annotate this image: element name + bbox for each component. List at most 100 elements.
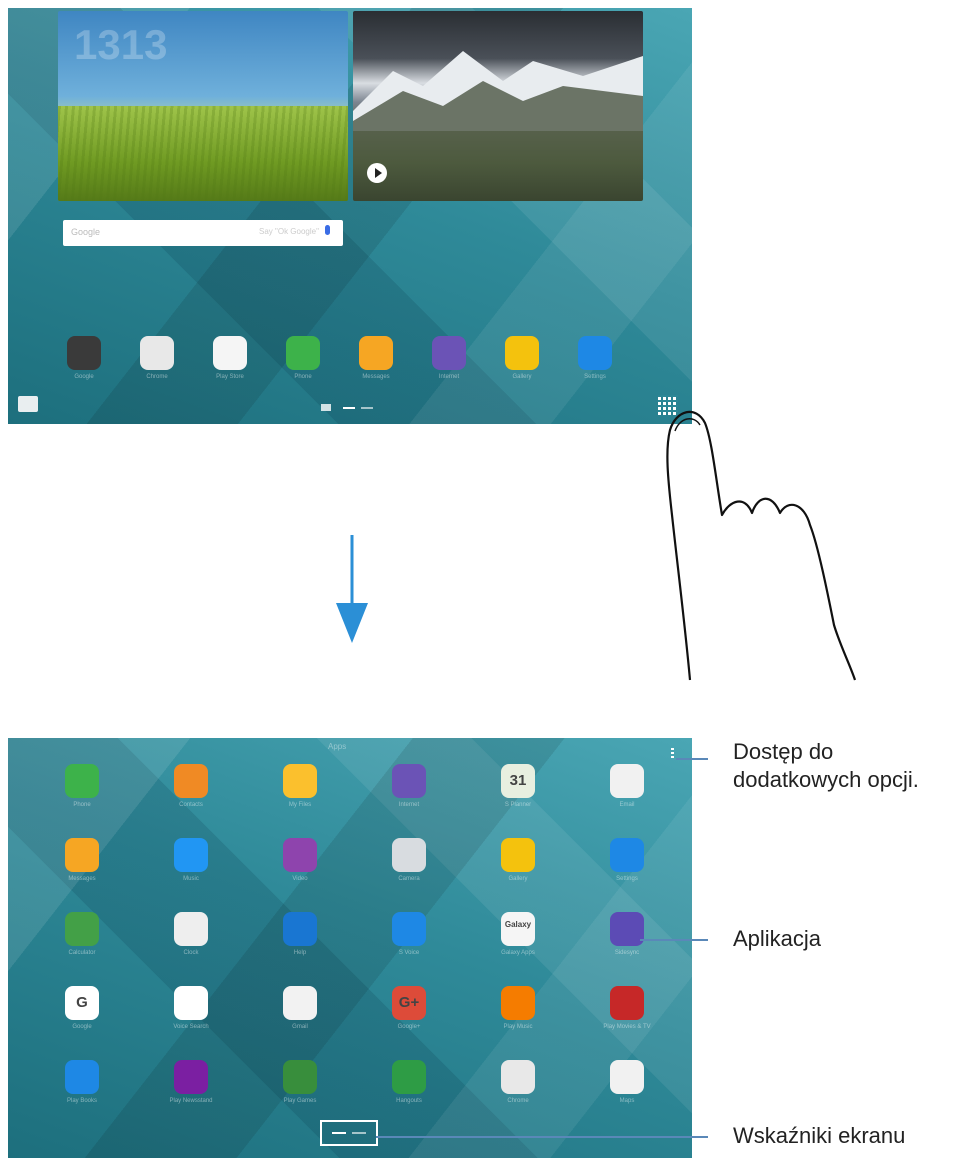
messages-icon	[65, 838, 99, 872]
app-icon[interactable]: Hangouts	[374, 1060, 444, 1104]
app-label: Internet	[438, 374, 460, 380]
play-games-icon	[283, 1060, 317, 1094]
play-icon[interactable]	[367, 163, 387, 183]
app-label: S Voice	[398, 950, 420, 956]
app-icon[interactable]: Music	[156, 838, 226, 882]
mic-icon[interactable]	[325, 225, 330, 235]
app-icon[interactable]: Play Games	[265, 1060, 335, 1104]
app-label: Messages	[68, 876, 96, 882]
app-label: Play Newsstand	[169, 1098, 213, 1104]
callout-line-indicators	[376, 1136, 708, 1138]
search-hint: Say "Ok Google"	[259, 227, 319, 236]
dock-app[interactable]: Internet	[421, 336, 477, 380]
app-label: Play Books	[66, 1098, 97, 1104]
arrow-down-icon	[336, 535, 368, 643]
settings-icon	[578, 336, 612, 370]
page-dot-active	[332, 1132, 346, 1134]
app-icon[interactable]: Play Movies & TV	[592, 986, 662, 1030]
dock-app[interactable]: Play Store	[202, 336, 258, 380]
grass-image	[58, 106, 348, 201]
app-label: Chrome	[507, 1098, 529, 1104]
more-options-icon[interactable]	[671, 748, 674, 760]
home-screen-indicator[interactable]	[321, 402, 381, 412]
app-icon[interactable]: Phone	[47, 764, 117, 808]
play-movies-icon	[610, 986, 644, 1020]
app-icon[interactable]: Email	[592, 764, 662, 808]
app-icon[interactable]: Play Music	[483, 986, 553, 1030]
app-label: Google+	[397, 1024, 421, 1030]
icon-glyph-text: Galaxy	[504, 920, 532, 929]
app-label: Calculator	[68, 950, 96, 956]
app-icon[interactable]: Video	[265, 838, 335, 882]
callout-more-options: Dostęp do dodatkowych opcji.	[733, 739, 919, 792]
maps-icon	[610, 1060, 644, 1094]
app-icon[interactable]: Calculator	[47, 912, 117, 956]
app-icon[interactable]: Settings	[592, 838, 662, 882]
callout-line-options	[676, 758, 708, 760]
callout-screen-indicators: Wskaźniki ekranu	[733, 1123, 906, 1148]
app-icon[interactable]: My Files	[265, 764, 335, 808]
dock-app[interactable]: Chrome	[129, 336, 185, 380]
app-icon[interactable]: Gallery	[483, 838, 553, 882]
my-files-icon	[283, 764, 317, 798]
icon-glyph-text: 31	[509, 772, 527, 789]
dock-app[interactable]: Settings	[567, 336, 623, 380]
app-label: Google	[72, 1024, 92, 1030]
app-icon[interactable]: S Voice	[374, 912, 444, 956]
app-label: Play Store	[216, 374, 244, 380]
app-icon[interactable]: Play Newsstand	[156, 1060, 226, 1104]
google-search-bar[interactable]: Google Say "Ok Google"	[63, 220, 343, 246]
app-label: Gallery	[508, 876, 528, 882]
app-icon[interactable]: Voice Search	[156, 986, 226, 1030]
app-icon[interactable]: Internet	[374, 764, 444, 808]
play-music-icon	[501, 986, 535, 1020]
app-label: Hangouts	[396, 1098, 422, 1104]
screen-indicators[interactable]	[320, 1120, 378, 1146]
dock-app[interactable]: Phone	[275, 336, 331, 380]
messages-icon	[359, 336, 393, 370]
app-icon[interactable]: Chrome	[483, 1060, 553, 1104]
video-widget[interactable]	[353, 11, 643, 201]
finger-tap-illustration	[666, 410, 857, 681]
app-label: My Files	[288, 802, 312, 808]
gallery-icon	[501, 838, 535, 872]
phone-icon	[65, 764, 99, 798]
app-icon[interactable]: Clock	[156, 912, 226, 956]
email-icon	[610, 764, 644, 798]
app-icon[interactable]: Galaxy Galaxy Apps	[483, 912, 553, 956]
app-label: Settings	[584, 374, 606, 380]
app-icon[interactable]: Maps	[592, 1060, 662, 1104]
dock-app[interactable]: Google	[56, 336, 112, 380]
app-icon[interactable]: Gmail	[265, 986, 335, 1030]
google-icon: G	[65, 986, 99, 1020]
folder-icon[interactable]	[18, 396, 38, 412]
app-label: Messages	[362, 374, 390, 380]
apps-screen-title: Apps	[328, 742, 347, 751]
weather-clock-widget[interactable]: 1313	[58, 11, 348, 201]
app-icon[interactable]: Sidesync	[592, 912, 662, 956]
calculator-icon	[65, 912, 99, 946]
page-dot	[352, 1132, 366, 1134]
callout-application: Aplikacja	[733, 926, 822, 951]
app-icon[interactable]: Help	[265, 912, 335, 956]
app-icon[interactable]: Contacts	[156, 764, 226, 808]
play-store-icon	[213, 336, 247, 370]
app-icon[interactable]: Camera	[374, 838, 444, 882]
internet-icon	[392, 764, 426, 798]
app-icon[interactable]: G+ Google+	[374, 986, 444, 1030]
app-icon[interactable]: 31 S Planner	[483, 764, 553, 808]
app-icon[interactable]: Play Books	[47, 1060, 117, 1104]
app-icon[interactable]: G Google	[47, 986, 117, 1030]
apps-screen: Apps Phone Contacts My Files Internet 31 S Pl…	[8, 738, 692, 1158]
app-icon[interactable]: Messages	[47, 838, 117, 882]
search-placeholder: Google	[71, 227, 101, 237]
icon-glyph-text: G+	[398, 994, 420, 1011]
app-label: Voice Search	[173, 1024, 209, 1030]
clock-icon	[174, 912, 208, 946]
page-dot-active	[343, 407, 355, 409]
sidesync-icon	[610, 912, 644, 946]
google-plus-icon: G+	[392, 986, 426, 1020]
dock-app[interactable]: Gallery	[494, 336, 550, 380]
dock-app[interactable]: Messages	[348, 336, 404, 380]
music-icon	[174, 838, 208, 872]
